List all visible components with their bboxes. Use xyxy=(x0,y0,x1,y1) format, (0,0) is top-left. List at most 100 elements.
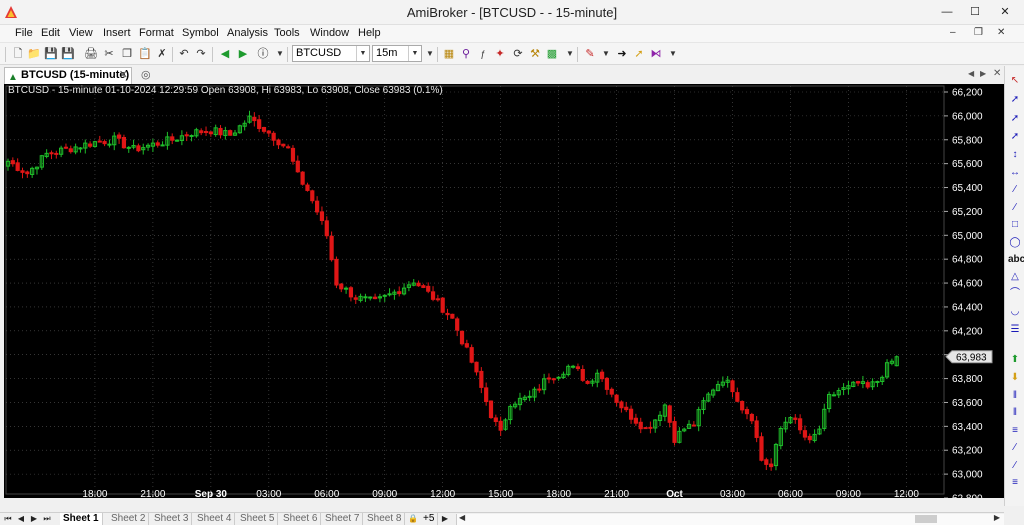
scroll-tabs-left-icon[interactable]: ◀ xyxy=(968,69,974,78)
price-chart[interactable]: 62,80063,00063,20063,40063,60063,80064,0… xyxy=(4,84,1004,498)
triangle-tool-icon[interactable]: △ xyxy=(1008,270,1022,284)
prev-sheet-icon[interactable]: ◀ xyxy=(16,513,26,525)
menu-file[interactable]: File xyxy=(15,27,33,39)
next-sheet-icon[interactable]: ▶ xyxy=(29,513,39,525)
sell-arrow-icon[interactable]: ⬇ xyxy=(1008,371,1022,385)
buy-arrow-icon[interactable]: ⬆ xyxy=(1008,353,1022,367)
gann-tool-icon[interactable]: ‖ xyxy=(1008,389,1022,403)
extended-line-icon[interactable]: ➚ xyxy=(1008,130,1022,144)
sheet-tab[interactable]: Sheet 4 xyxy=(194,513,236,525)
fibonacci-timezone-icon[interactable]: ☰ xyxy=(1008,323,1022,337)
mdi-close-button[interactable]: ✕ xyxy=(997,27,1005,38)
chart-tab[interactable]: ▲ BTCUSD (15-minute) ✕ xyxy=(4,67,132,84)
formula-icon[interactable]: ⚒ xyxy=(528,47,542,61)
info-dropdown-icon[interactable]: ▼ xyxy=(273,47,287,61)
trendline-icon[interactable]: ➜ xyxy=(615,47,629,61)
zoom-icon[interactable]: ⚲ xyxy=(459,47,473,61)
close-button[interactable]: ✕ xyxy=(996,4,1014,20)
pen-dropdown-icon[interactable]: ▼ xyxy=(599,47,613,61)
close-icon[interactable]: ✕ xyxy=(993,68,1001,79)
vertical-line-icon[interactable]: ↕ xyxy=(1008,148,1022,162)
parallel-lines-icon[interactable]: ∕ xyxy=(1008,201,1022,215)
more-sheets-button[interactable]: +5 xyxy=(420,513,439,525)
save-icon[interactable]: 💾 xyxy=(44,47,58,61)
chevron-down-icon[interactable]: ▼ xyxy=(408,46,421,61)
regression-channel-icon[interactable]: ∕ xyxy=(1008,459,1022,473)
refresh-icon[interactable]: ⟳ xyxy=(511,47,525,61)
candlestick-chart-icon[interactable]: ▦ xyxy=(442,47,456,61)
new-icon[interactable]: 🗋 xyxy=(11,47,25,61)
back-icon[interactable]: ◀ xyxy=(218,47,232,61)
scroll-tabs-right-icon[interactable]: ▶ xyxy=(980,69,986,78)
print-icon[interactable]: 🖨 xyxy=(84,47,98,61)
delete-icon[interactable]: ✗ xyxy=(155,47,169,61)
scroll-sheets-icon[interactable]: ▶ xyxy=(440,513,450,525)
pen-color-icon[interactable]: ✎ xyxy=(583,47,597,61)
sheet-tab[interactable]: Sheet 6 xyxy=(280,513,322,525)
draw-dropdown-icon[interactable]: ▼ xyxy=(666,47,680,61)
symbol-combobox[interactable]: BTCUSD ▼ xyxy=(292,45,370,62)
menu-edit[interactable]: Edit xyxy=(41,27,60,39)
scroll-left-icon[interactable]: ◀ xyxy=(459,513,465,522)
undo-icon[interactable]: ↶ xyxy=(177,47,191,61)
sheet-tab[interactable]: Sheet 7 xyxy=(322,513,364,525)
sheet-tab[interactable]: Sheet 2 xyxy=(108,513,150,525)
sheet-tab[interactable]: Sheet 1 xyxy=(60,513,103,525)
close-icon[interactable]: ✕ xyxy=(119,68,128,83)
new-tab-icon[interactable]: ◎ xyxy=(141,68,151,81)
horizontal-line-icon[interactable]: ↔ xyxy=(1008,166,1022,180)
mdi-minimize-button[interactable]: – xyxy=(950,27,956,38)
lock-icon[interactable]: 🔒 xyxy=(408,513,418,525)
fib-retracement-icon[interactable]: ≡ xyxy=(1008,476,1022,490)
paste-icon[interactable]: 📋 xyxy=(138,47,152,61)
menu-tools[interactable]: Tools xyxy=(274,27,300,39)
last-sheet-icon[interactable]: ⏭ xyxy=(42,513,52,525)
snap-icon[interactable]: ➚ xyxy=(632,47,646,61)
save-all-icon[interactable]: 💾 xyxy=(61,47,75,61)
text-tool-icon[interactable]: abc xyxy=(1008,253,1024,267)
function-icon[interactable]: ƒ xyxy=(476,47,490,61)
fibonacci-arc-icon[interactable]: ◡ xyxy=(1008,305,1022,319)
scroll-right-icon[interactable]: ▶ xyxy=(994,513,1000,522)
menu-analysis[interactable]: Analysis xyxy=(227,27,268,39)
cycle-tool-icon[interactable]: ‖ xyxy=(1008,406,1022,420)
channel-icon[interactable]: ∕ xyxy=(1008,183,1022,197)
line-tool-icon[interactable]: ➚ xyxy=(1008,93,1022,107)
menu-window[interactable]: Window xyxy=(310,27,349,39)
info-icon[interactable]: ⓘ xyxy=(256,47,270,61)
menu-view[interactable]: View xyxy=(69,27,93,39)
gann-fan-icon[interactable]: ∕ xyxy=(1008,441,1022,455)
magnet-icon[interactable]: ⧑ xyxy=(649,47,663,61)
layout-icon[interactable]: ▩ xyxy=(545,47,559,61)
andrews-pitchfork-icon[interactable]: ≡ xyxy=(1008,424,1022,438)
mdi-restore-button[interactable]: ❐ xyxy=(974,27,983,38)
sheet-tab[interactable]: Sheet 5 xyxy=(237,513,279,525)
interval-combobox[interactable]: 15m ▼ xyxy=(372,45,422,62)
indicator-icon[interactable]: ✦ xyxy=(493,47,507,61)
rectangle-tool-icon[interactable]: □ xyxy=(1008,218,1022,232)
open-folder-icon[interactable]: 📁 xyxy=(27,47,41,61)
ellipse-tool-icon[interactable]: ◯ xyxy=(1008,236,1022,250)
copy-icon[interactable]: ❐ xyxy=(120,47,134,61)
menu-symbol[interactable]: Symbol xyxy=(182,27,219,39)
interval-more-icon[interactable]: ▼ xyxy=(423,47,437,61)
forward-icon[interactable]: ▶ xyxy=(236,47,250,61)
redo-icon[interactable]: ↷ xyxy=(194,47,208,61)
cut-icon[interactable]: ✂ xyxy=(102,47,116,61)
horizontal-scrollbar[interactable]: ◀ ▶ xyxy=(456,513,1004,525)
arc-tool-icon[interactable]: ⌒ xyxy=(1008,287,1022,301)
select-cursor-icon[interactable]: ↖ xyxy=(1008,74,1022,88)
maximize-button[interactable]: ☐ xyxy=(966,4,984,20)
menu-format[interactable]: Format xyxy=(139,27,174,39)
sheet-tab[interactable]: Sheet 3 xyxy=(151,513,193,525)
chart-plot-area[interactable]: 62,80063,00063,20063,40063,60063,80064,0… xyxy=(4,84,1004,498)
minimize-button[interactable]: — xyxy=(938,4,956,20)
more-tools-icon[interactable]: ▼ xyxy=(563,47,577,61)
scrollbar-thumb[interactable] xyxy=(915,515,937,523)
chevron-down-icon[interactable]: ▼ xyxy=(356,46,369,61)
menu-help[interactable]: Help xyxy=(358,27,381,39)
ray-tool-icon[interactable]: ➚ xyxy=(1008,112,1022,126)
sheet-tab[interactable]: Sheet 8 xyxy=(364,513,406,525)
first-sheet-icon[interactable]: ⏮ xyxy=(3,513,13,525)
menu-insert[interactable]: Insert xyxy=(103,27,131,39)
